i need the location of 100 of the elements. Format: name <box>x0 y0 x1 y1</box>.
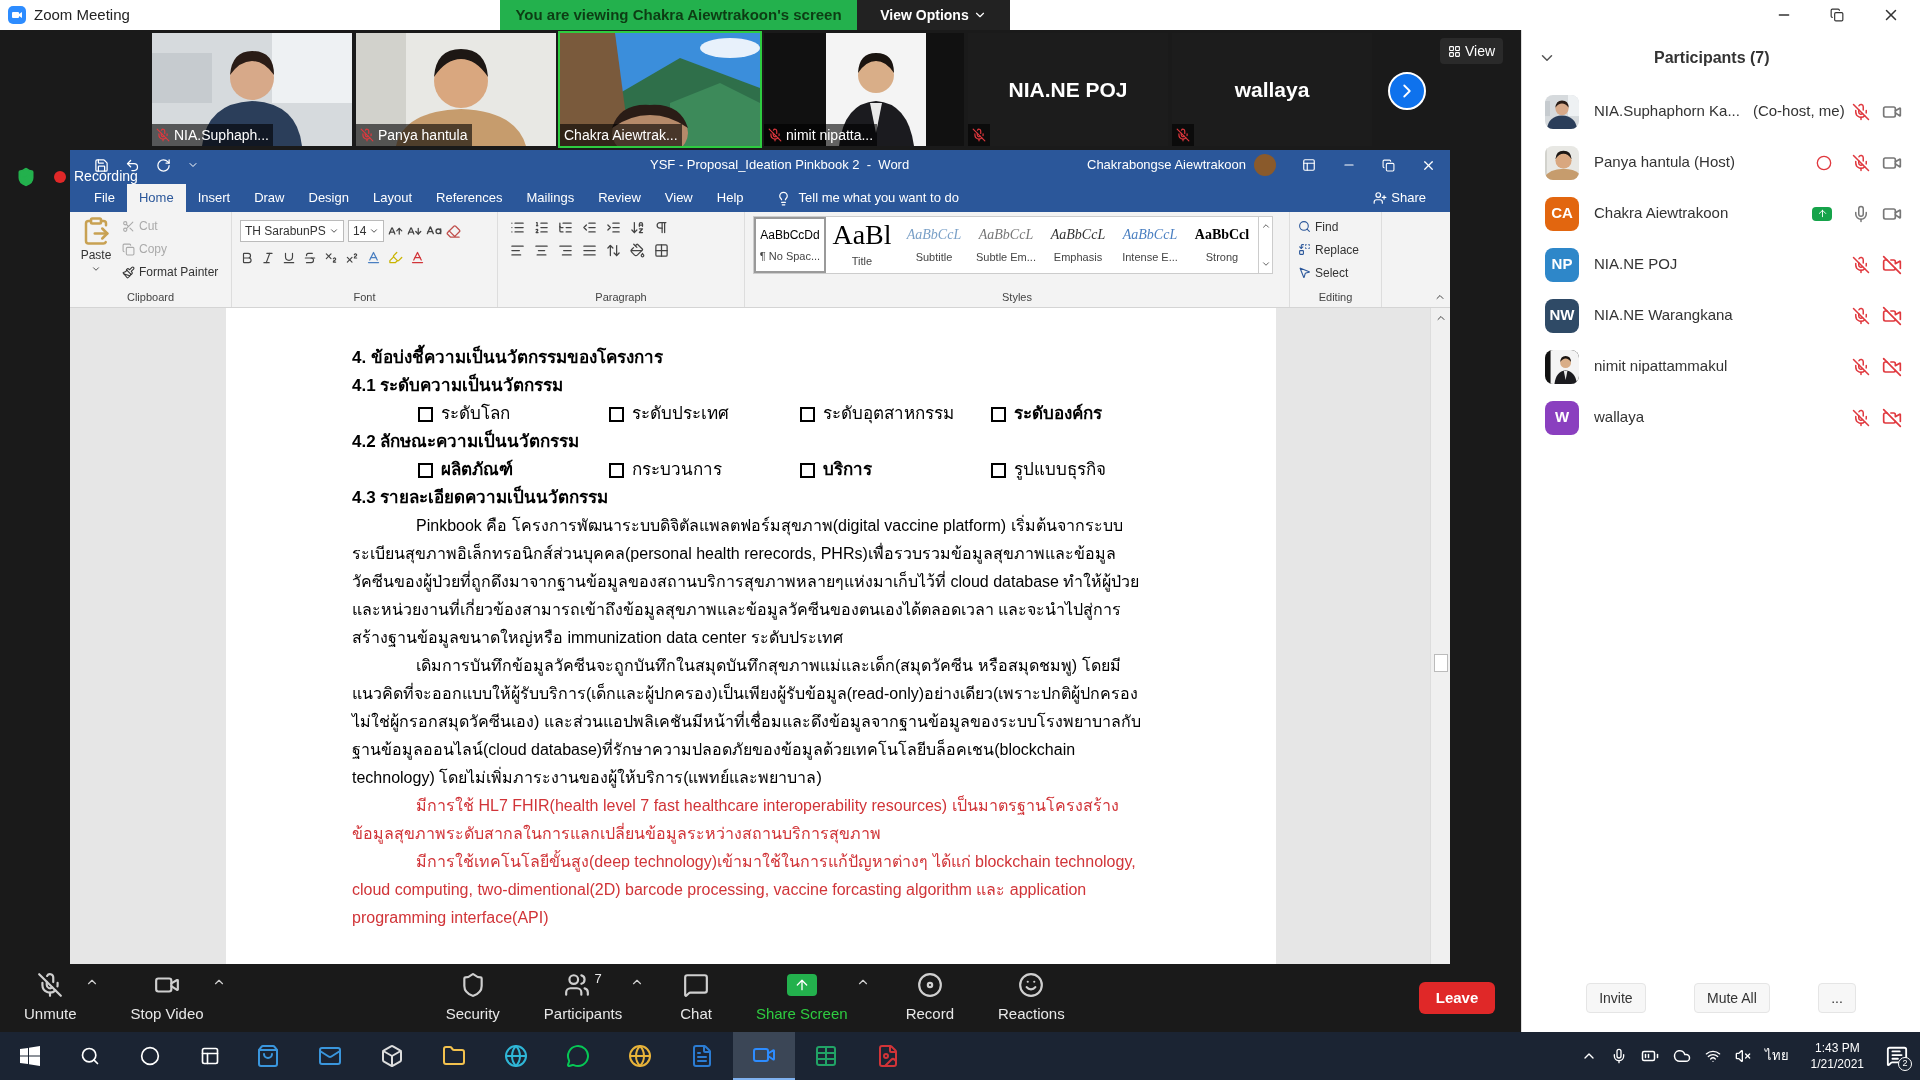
ribbon-tab[interactable]: Draw <box>242 184 297 212</box>
editing-action[interactable]: Select <box>1298 262 1381 283</box>
editing-action[interactable]: Find <box>1298 216 1381 237</box>
subscript-icon[interactable] <box>324 250 338 265</box>
toolbar-button[interactable]: Chat <box>672 970 720 1026</box>
toolbar-button[interactable]: Reactions <box>990 970 1073 1026</box>
notifications-icon[interactable] <box>1886 1045 1908 1067</box>
style-option[interactable]: AaBl Title <box>826 217 898 273</box>
line-spacing-icon[interactable] <box>606 243 621 258</box>
view-options-button[interactable]: View Options <box>857 0 1010 30</box>
share-button[interactable]: Share <box>1373 184 1426 212</box>
increase-indent-icon[interactable] <box>606 220 621 235</box>
checkbox[interactable] <box>800 406 815 422</box>
panel-button[interactable]: Invite <box>1586 983 1646 1013</box>
video-tile[interactable]: Panya hantula <box>356 33 556 146</box>
wifi-icon[interactable] <box>1704 1048 1721 1064</box>
justify-icon[interactable] <box>582 243 597 258</box>
checkbox[interactable] <box>609 462 624 478</box>
checkbox[interactable] <box>418 462 433 478</box>
checkbox[interactable] <box>418 406 433 422</box>
scroll-down-icon[interactable] <box>1260 259 1271 269</box>
style-option[interactable]: AaBbCcl Strong <box>1186 217 1258 273</box>
multilevel-list-icon[interactable] <box>558 220 573 235</box>
paste-button[interactable]: Paste <box>78 216 114 289</box>
style-option[interactable]: AaBbCcDd ¶ No Spac... <box>754 217 826 273</box>
strikethrough-icon[interactable] <box>303 250 317 265</box>
ribbon-tab[interactable]: References <box>424 184 515 212</box>
style-option[interactable]: AaBbCcL Emphasis <box>1042 217 1114 273</box>
circle-icon[interactable] <box>140 1046 160 1066</box>
ribbon-tab[interactable]: View <box>652 184 705 212</box>
borders-icon[interactable] <box>654 243 669 258</box>
participant-row[interactable]: Panya hantula (Host) <box>1522 137 1920 188</box>
restore-icon[interactable] <box>1382 158 1395 172</box>
toolbar-button[interactable]: Unmute <box>16 970 85 1026</box>
numbering-icon[interactable] <box>534 220 549 235</box>
toolbar-button[interactable]: Security <box>437 970 508 1026</box>
align-left-icon[interactable] <box>510 243 525 258</box>
participant-row[interactable]: nimit nipattammakul <box>1522 341 1920 392</box>
input-language[interactable]: ไทย <box>1764 1046 1789 1066</box>
participant-row[interactable]: NW NIA.NE Warangkana <box>1522 290 1920 341</box>
sort-icon[interactable] <box>630 220 645 235</box>
clipboard-action[interactable]: Format Painter <box>122 262 219 282</box>
view-button[interactable]: View <box>1440 38 1504 64</box>
ribbon-tab[interactable]: Help <box>704 184 756 212</box>
ribbon-tab[interactable]: Review <box>586 184 653 212</box>
redo-icon[interactable] <box>156 157 171 173</box>
participant-row[interactable]: CA Chakra Aiewtrakoon <box>1522 188 1920 239</box>
video-tile[interactable]: Chakra Aiewtrak... <box>560 33 760 146</box>
speaker-muted-icon[interactable] <box>1734 1048 1751 1064</box>
tell-me-field[interactable]: Tell me what you want to do <box>798 188 959 208</box>
ribbon-tab[interactable]: Mailings <box>514 184 587 212</box>
shading-icon[interactable] <box>630 243 645 258</box>
task-view-icon[interactable] <box>200 1046 220 1066</box>
text-effects-icon[interactable] <box>366 250 381 265</box>
style-option[interactable]: AaBbCcL Intense E... <box>1114 217 1186 273</box>
ribbon-tab[interactable]: Layout <box>360 184 424 212</box>
video-tile[interactable]: nimit nipatta... <box>764 33 964 146</box>
video-tile[interactable]: NIA.Suphaph... <box>152 33 352 146</box>
cloud-icon[interactable] <box>1672 1047 1691 1065</box>
checkbox[interactable] <box>991 462 1006 478</box>
checkbox[interactable] <box>800 462 815 478</box>
ribbon-tab[interactable]: Home <box>126 184 186 212</box>
italic-icon[interactable] <box>261 250 275 265</box>
font-size-field[interactable]: 14 <box>348 220 384 242</box>
start-icon[interactable] <box>20 1046 40 1066</box>
align-right-icon[interactable] <box>558 243 573 258</box>
participant-row[interactable]: NP NIA.NE POJ <box>1522 239 1920 290</box>
restore-icon[interactable] <box>1830 8 1844 22</box>
panel-button[interactable]: ... <box>1818 983 1856 1013</box>
ribbon-tab[interactable]: File <box>82 184 127 212</box>
style-option[interactable]: AaBbCcL Subtle Em... <box>970 217 1042 273</box>
decrease-indent-icon[interactable] <box>582 220 597 235</box>
pilcrow-icon[interactable] <box>654 220 669 235</box>
editing-action[interactable]: Replace <box>1298 239 1381 260</box>
checkbox[interactable] <box>609 406 624 422</box>
underline-icon[interactable] <box>282 250 296 265</box>
eraser-icon[interactable] <box>446 223 461 239</box>
participant-row[interactable]: W wallaya <box>1522 392 1920 443</box>
ribbon-tab[interactable]: Insert <box>185 184 243 212</box>
scrollbar-thumb[interactable] <box>1433 654 1448 672</box>
search-icon[interactable] <box>80 1046 100 1066</box>
superscript-icon[interactable] <box>345 250 359 265</box>
panel-button[interactable]: Mute All <box>1694 983 1770 1013</box>
next-page-button[interactable] <box>1388 72 1426 110</box>
scroll-up-icon[interactable] <box>1260 221 1271 231</box>
participant-row[interactable]: NIA.Suphaphorn Ka... (Co-host, me) <box>1522 86 1920 137</box>
bold-icon[interactable] <box>240 250 254 265</box>
leave-button[interactable]: Leave <box>1419 982 1495 1014</box>
toolbar-button[interactable]: Stop Video <box>122 970 212 1026</box>
style-option[interactable]: AaBbCcL Subtitle <box>898 217 970 273</box>
toolbar-button[interactable]: 7 Participants <box>535 970 631 1026</box>
toolbar-button[interactable]: Record <box>897 970 962 1026</box>
bullets-icon[interactable] <box>510 220 525 235</box>
ribbon-tab[interactable]: Design <box>296 184 361 212</box>
clock[interactable]: 1:43 PM 1/21/2021 <box>1802 1040 1872 1072</box>
ribbon-display-icon[interactable] <box>1302 158 1316 172</box>
font-color-icon[interactable] <box>410 250 425 265</box>
checkbox[interactable] <box>991 406 1006 422</box>
toolbar-button[interactable]: Share Screen <box>747 970 856 1026</box>
font-name-field[interactable]: TH SarabunPS <box>240 220 344 242</box>
